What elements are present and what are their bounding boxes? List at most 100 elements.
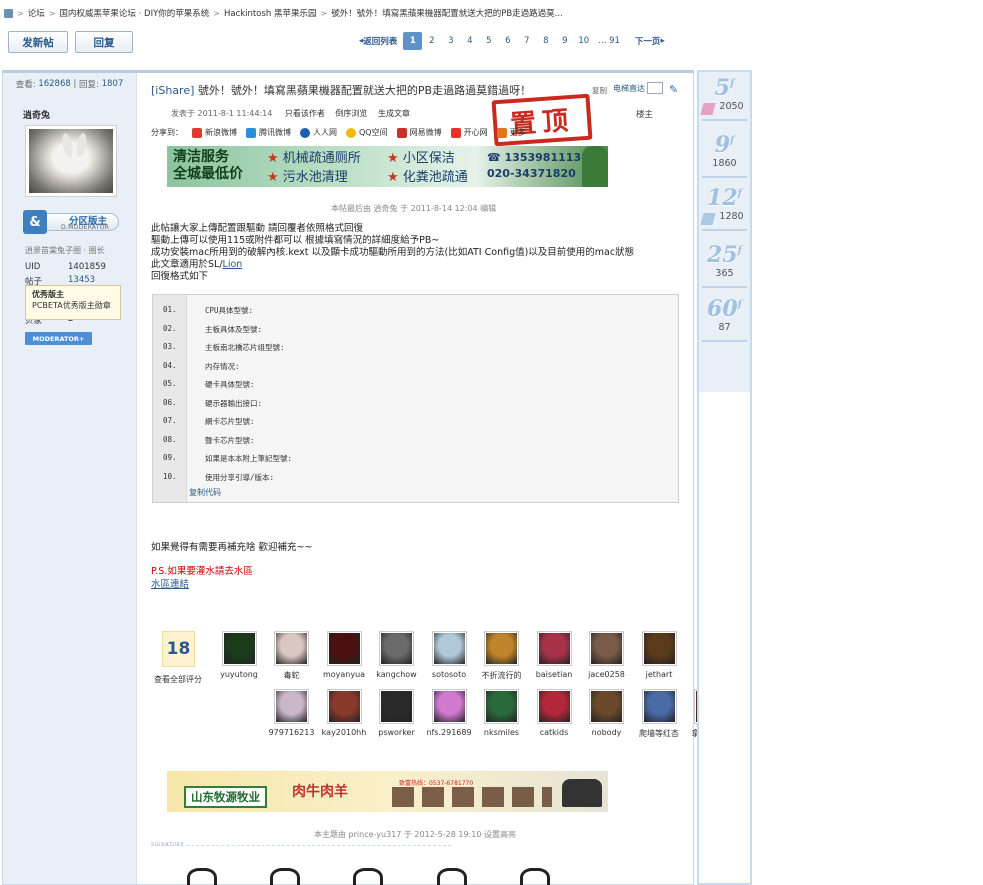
rater-avatar[interactable] [379,689,414,724]
rater-item[interactable]: moyanyua [317,631,371,679]
rater-name[interactable]: kangchow [370,670,424,679]
rater-item[interactable]: sotosoto [422,631,476,679]
page-1[interactable]: 1 [403,32,423,50]
share-netease[interactable]: 网易微博 [396,127,442,138]
home-icon[interactable] [4,8,13,18]
rater-avatar[interactable] [326,631,362,666]
share-qzone[interactable]: QQ空间 [346,127,388,138]
elevator-input[interactable] [647,82,663,94]
share-renren[interactable]: 人人网 [300,127,337,138]
rater-name[interactable]: sotosoto [422,670,476,679]
avatar[interactable] [25,125,117,197]
floor-jump-5[interactable]: 5f 2050 [699,77,750,121]
rater-item[interactable]: 979716213 [265,689,319,737]
rater-item[interactable]: 爬墙等红杏 [632,689,686,739]
breadcrumb-thread[interactable]: 號外！號外！填寫黑蘋果機器配置就送大把的PB走過路過莫... [331,7,563,19]
copy-code-button[interactable]: 复制代码 [189,487,221,498]
cattle-ad-banner[interactable]: 山东牧源牧业 肉牛肉羊 致富热线：0537-6781770 [167,771,608,812]
rater-name[interactable]: yuyutong [212,670,266,679]
floor-jump-60[interactable]: 60f 87 [699,298,750,342]
rater-item[interactable]: nfs.291689 [422,689,476,737]
rater-item[interactable]: 毒蛇 [265,631,319,681]
rater-name[interactable]: jace0258 [580,670,634,679]
author-name[interactable]: 逍奇兔 [23,108,50,121]
rater-avatar[interactable] [536,689,572,724]
rater-name[interactable]: kay2010hh [317,728,371,737]
rater-item[interactable]: catkids [527,689,581,737]
rater-avatar[interactable] [484,689,519,724]
rater-avatar[interactable] [221,631,257,666]
rater-name[interactable]: 爬墙等红杏 [632,728,686,739]
reply-button[interactable]: 回复 [75,31,133,53]
rater-name[interactable]: nobody [580,728,634,737]
rater-name[interactable]: catkids [527,728,581,737]
copy-link-button[interactable]: 复制 [592,85,607,96]
water-zone-link[interactable]: 水區連結 [151,576,189,590]
rater-name[interactable]: nksmiles [475,728,529,737]
moderator-medal[interactable]: MODERATOR+ [25,332,92,345]
new-post-button[interactable]: 发新帖 [8,31,68,53]
rater-avatar[interactable] [589,689,624,724]
rater-avatar[interactable] [379,631,414,666]
rater-avatar[interactable] [431,689,467,724]
generate-article-link[interactable]: 生成文章 [378,109,410,118]
rating-count[interactable]: 18 [162,631,195,667]
rater-avatar[interactable] [641,631,677,666]
rater-name[interactable]: jethart [632,670,686,679]
cleaning-ad-banner[interactable]: 清洁服务 全城最低价 ★ 机械疏通厕所 ★ 污水池清理 ★ 小区保洁 ★ 化粪池疏通 … [167,146,608,187]
breadcrumb-site[interactable]: 国内权威黑苹果论坛 · DIY你的苹果系统 [59,7,209,19]
breadcrumb-forum[interactable]: 论坛 [28,7,45,19]
reverse-order-link[interactable]: 倒序浏览 [335,109,367,118]
rater-avatar[interactable] [484,631,519,666]
rater-avatar[interactable] [274,631,309,666]
page-8[interactable]: 8 [536,32,555,50]
floor-jump-9[interactable]: 9f 1860 [699,134,750,178]
rater-item[interactable]: psworker [370,689,424,737]
rater-item[interactable]: kangchow [370,631,424,679]
share-weibo[interactable]: 新浪微博 [192,127,237,138]
page-last[interactable]: ... 91 [593,32,625,50]
rater-avatar[interactable] [326,689,362,724]
rater-name[interactable]: psworker [370,728,424,737]
page-2[interactable]: 2 [422,32,441,50]
share-kaixin[interactable]: 开心网 [450,127,488,138]
pencil-icon[interactable]: ✎ [669,83,679,96]
rater-item[interactable]: baisetian [527,631,581,679]
share-tencent[interactable]: 腾讯微博 [246,127,291,138]
page-10[interactable]: 10 [574,32,593,50]
page-7[interactable]: 7 [517,32,536,50]
rater-avatar[interactable] [641,689,677,724]
rater-name[interactable]: baisetian [527,670,581,679]
rater-name[interactable]: 不折流行的 [475,670,529,681]
rater-avatar[interactable] [536,631,572,666]
rater-avatar[interactable] [431,631,467,666]
page-3[interactable]: 3 [441,32,460,50]
rater-item[interactable]: nksmiles [475,689,529,737]
next-page-link[interactable]: 下一页 ▸ [625,32,668,50]
rater-name[interactable]: moyanyua [317,670,371,679]
rater-item[interactable]: jace0258 [580,631,634,679]
page-5[interactable]: 5 [479,32,498,50]
rater-avatar[interactable] [274,689,309,724]
code-line: 02. 主板具体及型號: [163,323,263,334]
page-9[interactable]: 9 [555,32,574,50]
view-all-ratings-link[interactable]: 查看全部评分 [154,674,202,685]
page-4[interactable]: 4 [460,32,479,50]
rater-item[interactable]: kay2010hh [317,689,371,737]
rater-item[interactable]: 不折流行的 [475,631,529,681]
breadcrumb-board[interactable]: Hackintosh 黑苹果乐园 [224,7,317,19]
share-more[interactable]: 更多 [496,127,526,138]
rater-avatar[interactable] [589,631,624,666]
floor-jump-12[interactable]: 12f 1280 [699,187,750,231]
floor-jump-25[interactable]: 25f 365 [699,244,750,288]
rater-item[interactable]: yuyutong [212,631,266,679]
rater-name[interactable]: nfs.291689 [422,728,476,737]
page-6[interactable]: 6 [498,32,517,50]
back-to-list-link[interactable]: ◂ 返回列表 [356,32,403,50]
lion-link[interactable]: Lion [223,259,243,270]
rater-item[interactable]: jethart [632,631,686,679]
rater-item[interactable]: nobody [580,689,634,737]
view-author-link[interactable]: 只看该作者 [285,109,325,118]
rater-name[interactable]: 979716213 [265,728,319,737]
rater-name[interactable]: 毒蛇 [265,670,319,681]
